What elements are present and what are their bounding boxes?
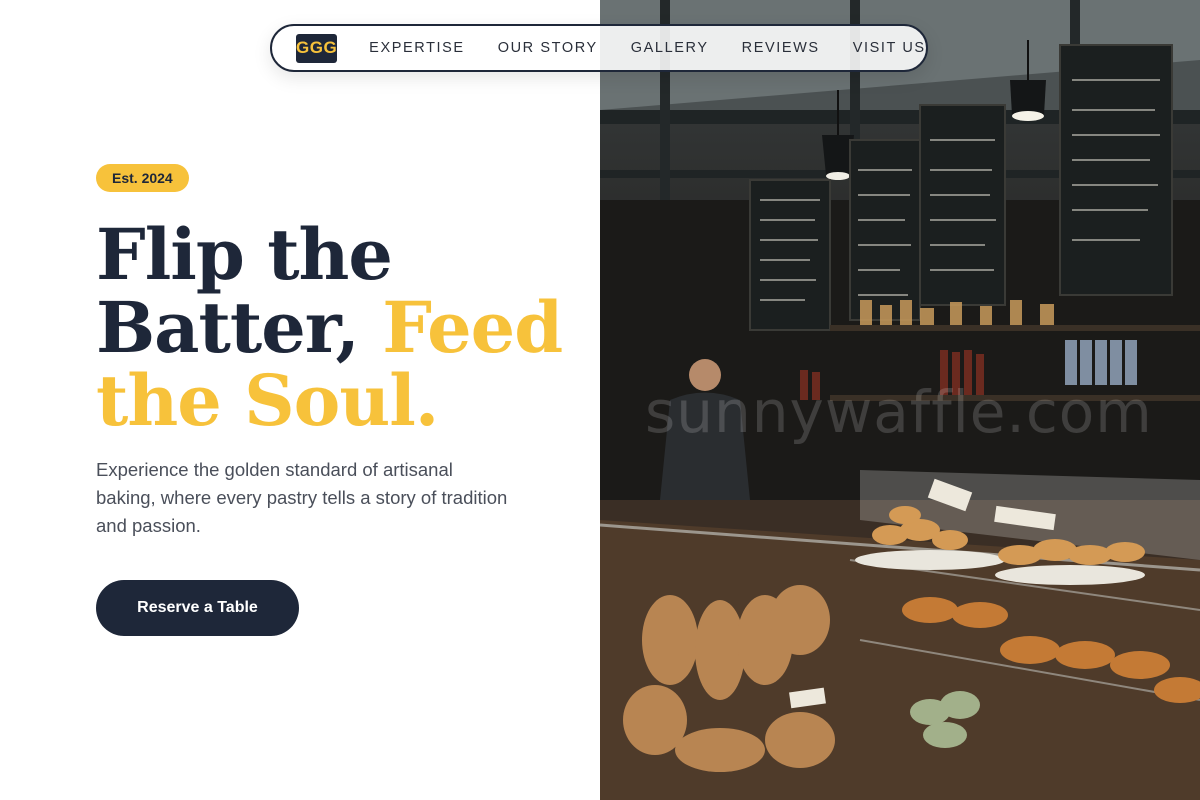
hero-description: Experience the golden standard of artisa…	[96, 459, 508, 536]
logo[interactable]: GGG	[296, 33, 338, 63]
nav-item-gallery[interactable]: GALLERY	[631, 40, 709, 56]
nav-item-expertise[interactable]: EXPERTISE	[369, 40, 465, 56]
nav-item-our-story[interactable]: OUR STORY	[498, 40, 598, 56]
hero-bakery-photo: sunnywaffle.com	[600, 0, 1200, 800]
reserve-table-button[interactable]: Reserve a Table	[96, 580, 299, 636]
nav-item-reviews[interactable]: REVIEWS	[742, 40, 820, 56]
headline-line-2b: Feed	[382, 286, 563, 369]
established-badge: Est. 2024	[96, 164, 189, 192]
photo-watermark: sunnywaffle.com	[645, 378, 1153, 446]
headline-line-1: Flip the	[96, 213, 393, 296]
main-navigation: GGG EXPERTISE OUR STORY GALLERY REVIEWS …	[270, 24, 928, 72]
hero-headline: Flip the Batter, Feed the Soul.	[96, 218, 586, 437]
nav-item-visit-us[interactable]: VISIT US	[853, 40, 926, 56]
headline-line-3: the Soul.	[96, 359, 439, 442]
headline-line-2a: Batter,	[96, 286, 383, 369]
